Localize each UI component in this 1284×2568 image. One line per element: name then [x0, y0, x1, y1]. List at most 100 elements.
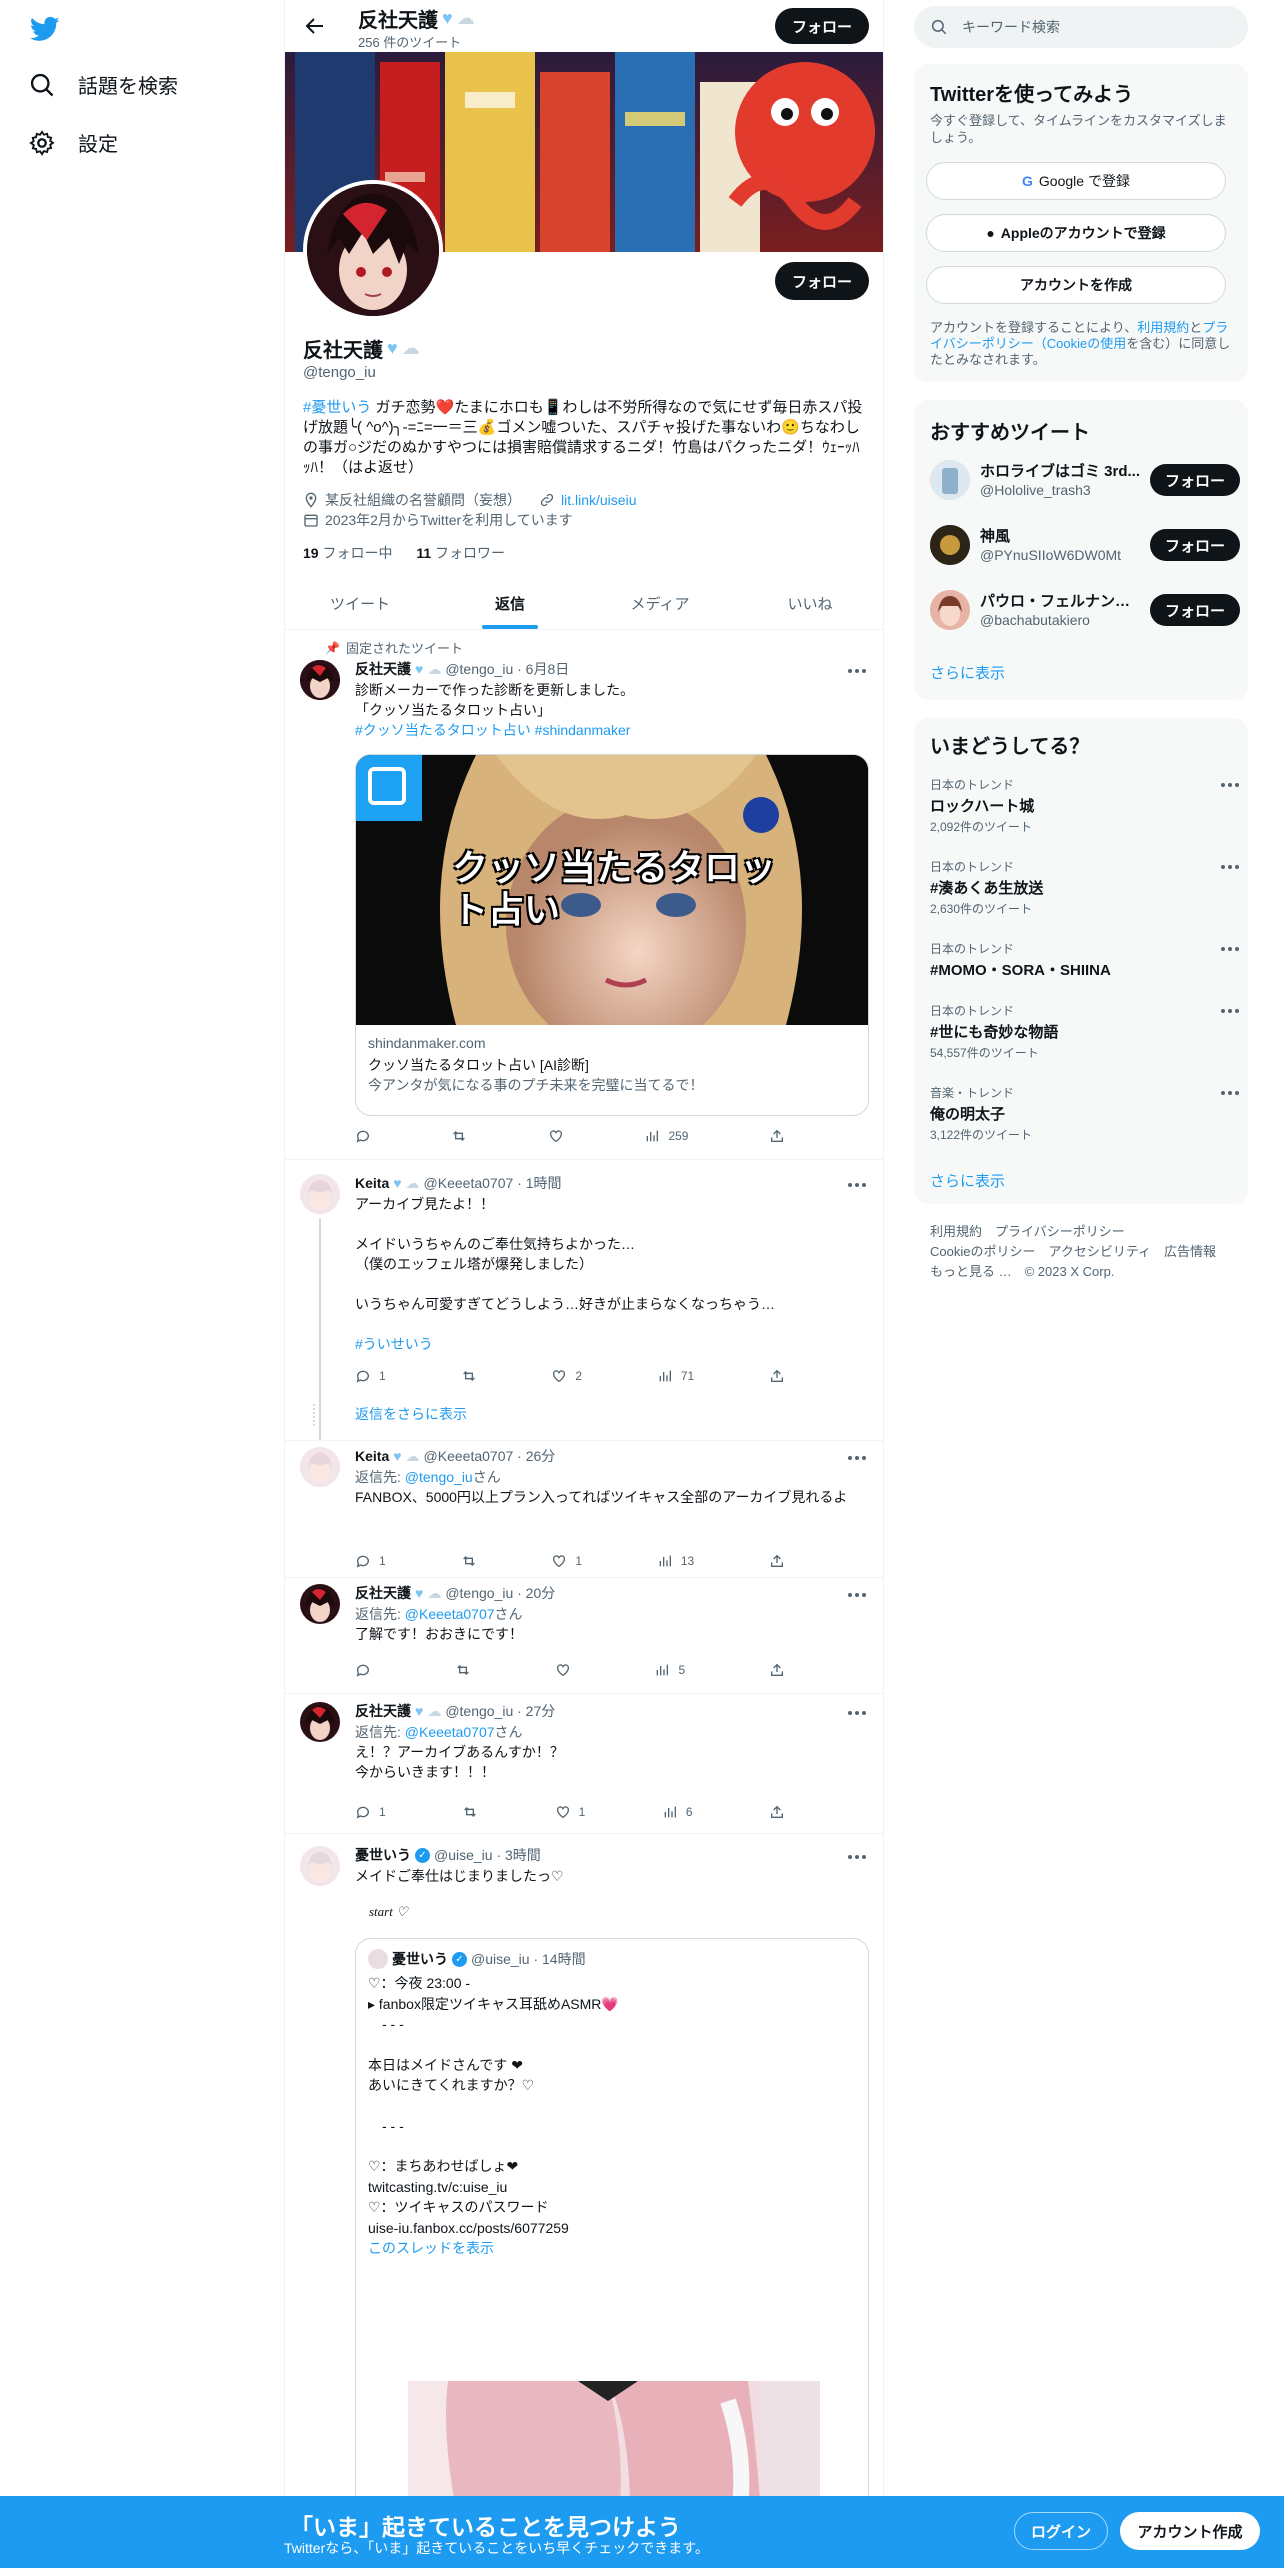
show-thread-link[interactable]: このスレッドを表示: [368, 2240, 494, 2256]
rec-item[interactable]: 神風 @PYnuSIIoW6DW0Mt フォロー: [930, 521, 1240, 571]
more-icon[interactable]: [847, 1182, 867, 1188]
rec-follow-button[interactable]: フォロー: [1150, 529, 1240, 561]
tweet[interactable]: 憂世いう ✓ @uise_iu · 3時間 メイドご奉仕はじまりましたっ♡ st…: [285, 1834, 883, 2568]
reply-tweet[interactable]: Keita ♥ ☁ @Keeeta0707 · 26分 返信先: @tengo_…: [285, 1440, 883, 1578]
trend-item[interactable]: 日本のトレンド #世にも奇妙な物語 54,557件のツイート: [930, 1002, 1240, 1061]
avatar[interactable]: [300, 660, 340, 700]
footer-line[interactable]: Cookieのポリシー アクセシビリティ 広告情報: [930, 1242, 1216, 1262]
link-card[interactable]: クッソ当たるタロット占い shindanmaker.com クッソ当たるタロット…: [355, 754, 869, 1116]
more-icon[interactable]: [847, 668, 867, 674]
share-button[interactable]: [769, 1368, 785, 1384]
avatar[interactable]: [300, 1447, 340, 1487]
tab-media[interactable]: メディア: [585, 580, 735, 629]
trends-show-more-link[interactable]: さらに表示: [930, 1170, 1005, 1191]
more-icon[interactable]: [847, 1455, 867, 1461]
nav-explore[interactable]: 話題を検索: [28, 70, 178, 99]
retweet-button[interactable]: [461, 1368, 477, 1384]
more-icon[interactable]: [847, 1854, 867, 1860]
tweet-author[interactable]: 憂世いう: [355, 1846, 411, 1865]
views-button[interactable]: 6: [662, 1804, 693, 1820]
reply-tweet[interactable]: 反社天護 ♥ ☁ @tengo_iu · 27分 返信先: @Keeeta070…: [285, 1694, 883, 1834]
show-more-replies-link[interactable]: 返信をさらに表示: [355, 1404, 467, 1424]
avatar[interactable]: [300, 1702, 340, 1742]
reply-button[interactable]: [355, 1662, 371, 1678]
pinned-tweet[interactable]: 📌 固定されたツイート 反社天護 ♥ ☁ @tengo_iu · 6月8日 診断…: [285, 632, 883, 1160]
more-icon[interactable]: [1220, 1008, 1240, 1014]
more-icon[interactable]: [1220, 1090, 1240, 1096]
rec-follow-button[interactable]: フォロー: [1150, 594, 1240, 626]
back-arrow-icon[interactable]: [303, 14, 327, 38]
share-button[interactable]: [769, 1804, 785, 1820]
rec-item[interactable]: パウロ・フェルナンデ... @bachabutakiero フォロー: [930, 586, 1240, 636]
tweet-hashtag[interactable]: #ういせいう: [355, 1336, 433, 1352]
footer-line[interactable]: 利用規約 プライバシーポリシー: [930, 1222, 1216, 1242]
quoted-tweet[interactable]: 憂世いう ✓ @uise_iu · 14時間 ♡：今夜 23:00 - ▸ fa…: [355, 1938, 869, 2568]
like-button[interactable]: [555, 1662, 571, 1678]
login-button[interactable]: ログイン: [1014, 2512, 1108, 2550]
tweet-hashtags[interactable]: #クッソ当たるタロット占い #shindanmaker: [355, 722, 630, 738]
avatar[interactable]: [300, 1584, 340, 1624]
apple-signup-button[interactable]: ● Appleのアカウントで登録: [926, 214, 1226, 252]
more-icon[interactable]: [1220, 946, 1240, 952]
like-button[interactable]: 2: [551, 1368, 582, 1384]
profile-link[interactable]: lit.link/uiseiu: [561, 492, 636, 508]
reply-button[interactable]: 1: [355, 1553, 386, 1569]
tweet-author[interactable]: 反社天護: [355, 660, 411, 679]
reply-button[interactable]: 1: [355, 1804, 386, 1820]
views-button[interactable]: 71: [657, 1368, 694, 1384]
followers-link[interactable]: 11 フォロワー: [416, 545, 505, 561]
tweet-author[interactable]: Keita: [355, 1447, 389, 1466]
retweet-button[interactable]: [461, 1553, 477, 1569]
following-link[interactable]: 19 フォロー中: [303, 545, 392, 561]
profile-avatar[interactable]: [303, 180, 443, 320]
rec-follow-button[interactable]: フォロー: [1150, 464, 1240, 496]
tweet-author[interactable]: 反社天護: [355, 1584, 411, 1603]
header-follow-button[interactable]: フォロー: [775, 8, 869, 44]
share-button[interactable]: [769, 1662, 785, 1678]
tab-tweets[interactable]: ツイート: [285, 580, 435, 629]
trend-item[interactable]: 日本のトレンド #湊あくあ生放送 2,630件のツイート: [930, 858, 1240, 917]
share-button[interactable]: [769, 1128, 785, 1144]
share-button[interactable]: [769, 1553, 785, 1569]
more-icon[interactable]: [1220, 864, 1240, 870]
reply-button[interactable]: [355, 1128, 371, 1144]
reply-to-link[interactable]: @tengo_iu: [405, 1469, 473, 1485]
follow-button[interactable]: フォロー: [775, 262, 869, 300]
avatar[interactable]: [300, 1174, 340, 1214]
tweet-author[interactable]: Keita: [355, 1174, 389, 1193]
search-input[interactable]: キーワード検索: [914, 6, 1248, 48]
terms-link[interactable]: 利用規約: [1137, 320, 1189, 335]
rec-item[interactable]: ホロライブはゴミ 3rd... @Hololive_trash3 フォロー: [930, 456, 1240, 506]
retweet-button[interactable]: [451, 1128, 467, 1144]
rec-show-more-link[interactable]: さらに表示: [930, 662, 1005, 683]
nav-settings[interactable]: 設定: [28, 128, 118, 157]
twitter-bird-icon[interactable]: [28, 14, 62, 44]
like-button[interactable]: [548, 1128, 564, 1144]
retweet-button[interactable]: [462, 1804, 478, 1820]
retweet-button[interactable]: [455, 1662, 471, 1678]
tweet-author[interactable]: 反社天護: [355, 1702, 411, 1721]
views-button[interactable]: 13: [657, 1553, 694, 1569]
footer-line[interactable]: もっと見る … © 2023 X Corp.: [930, 1262, 1216, 1282]
reply-tweet[interactable]: 反社天護 ♥ ☁ @tengo_iu · 20分 返信先: @Keeeta070…: [285, 1578, 883, 1694]
reply-tweet[interactable]: Keita ♥ ☁ @Keeeta0707 · 1時間 アーカイブ見たよ！！ メ…: [285, 1160, 883, 1440]
tab-likes[interactable]: いいね: [735, 580, 883, 629]
tab-replies[interactable]: 返信: [435, 580, 585, 629]
reply-to-link[interactable]: @Keeeta0707: [405, 1724, 495, 1740]
reply-button[interactable]: 1: [355, 1368, 386, 1384]
trend-item[interactable]: 日本のトレンド ロックハート城 2,092件のツイート: [930, 776, 1240, 835]
avatar[interactable]: [300, 1846, 340, 1886]
views-button[interactable]: 259: [644, 1128, 688, 1144]
more-icon[interactable]: [847, 1710, 867, 1716]
google-signup-button[interactable]: G Google で登録: [926, 162, 1226, 200]
trend-item[interactable]: 音楽・トレンド 俺の明太子 3,122件のツイート: [930, 1084, 1240, 1143]
views-button[interactable]: 5: [654, 1662, 685, 1678]
signup-button[interactable]: アカウント作成: [1120, 2512, 1260, 2550]
like-button[interactable]: 1: [551, 1553, 582, 1569]
like-button[interactable]: 1: [555, 1804, 585, 1820]
bio-hashtag-link[interactable]: #憂世いう: [303, 399, 371, 416]
trend-item[interactable]: 日本のトレンド #MOMO・SORA・SHIINA: [930, 940, 1240, 980]
create-account-button[interactable]: アカウントを作成: [926, 266, 1226, 304]
more-icon[interactable]: [847, 1592, 867, 1598]
reply-to-link[interactable]: @Keeeta0707: [405, 1606, 495, 1622]
